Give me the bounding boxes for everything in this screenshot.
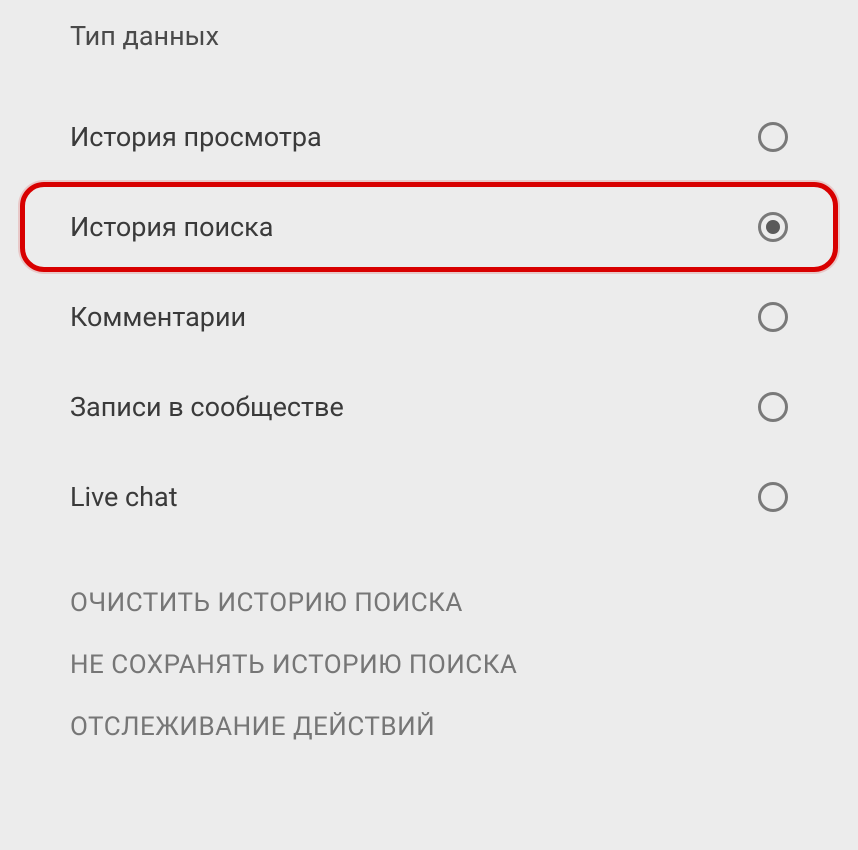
radio-label: Комментарии — [70, 301, 246, 333]
radio-option-community-posts[interactable]: Записи в сообществе — [20, 362, 838, 452]
data-type-radio-group: История просмотра История поиска Коммент… — [0, 92, 858, 542]
radio-option-live-chat[interactable]: Live chat — [20, 452, 838, 542]
radio-option-search-history[interactable]: История поиска — [20, 182, 838, 272]
radio-indicator-icon — [758, 122, 788, 152]
settings-panel: Тип данных История просмотра История пои… — [0, 0, 858, 758]
radio-label: История поиска — [70, 211, 273, 243]
radio-label: Записи в сообществе — [70, 391, 344, 423]
action-list: ОЧИСТИТЬ ИСТОРИЮ ПОИСКА НЕ СОХРАНЯТЬ ИСТ… — [0, 542, 858, 758]
section-title: Тип данных — [0, 20, 858, 92]
radio-label: История просмотра — [70, 121, 322, 153]
radio-option-watch-history[interactable]: История просмотра — [20, 92, 838, 182]
radio-option-comments[interactable]: Комментарии — [20, 272, 838, 362]
action-activity-tracking[interactable]: ОТСЛЕЖИВАНИЕ ДЕЙСТВИЙ — [70, 696, 858, 758]
radio-indicator-icon — [758, 392, 788, 422]
action-clear-search-history[interactable]: ОЧИСТИТЬ ИСТОРИЮ ПОИСКА — [70, 572, 858, 634]
radio-indicator-icon — [758, 482, 788, 512]
radio-indicator-icon — [758, 302, 788, 332]
radio-indicator-icon — [758, 212, 788, 242]
action-pause-search-history[interactable]: НЕ СОХРАНЯТЬ ИСТОРИЮ ПОИСКА — [70, 634, 858, 696]
radio-label: Live chat — [70, 481, 178, 513]
